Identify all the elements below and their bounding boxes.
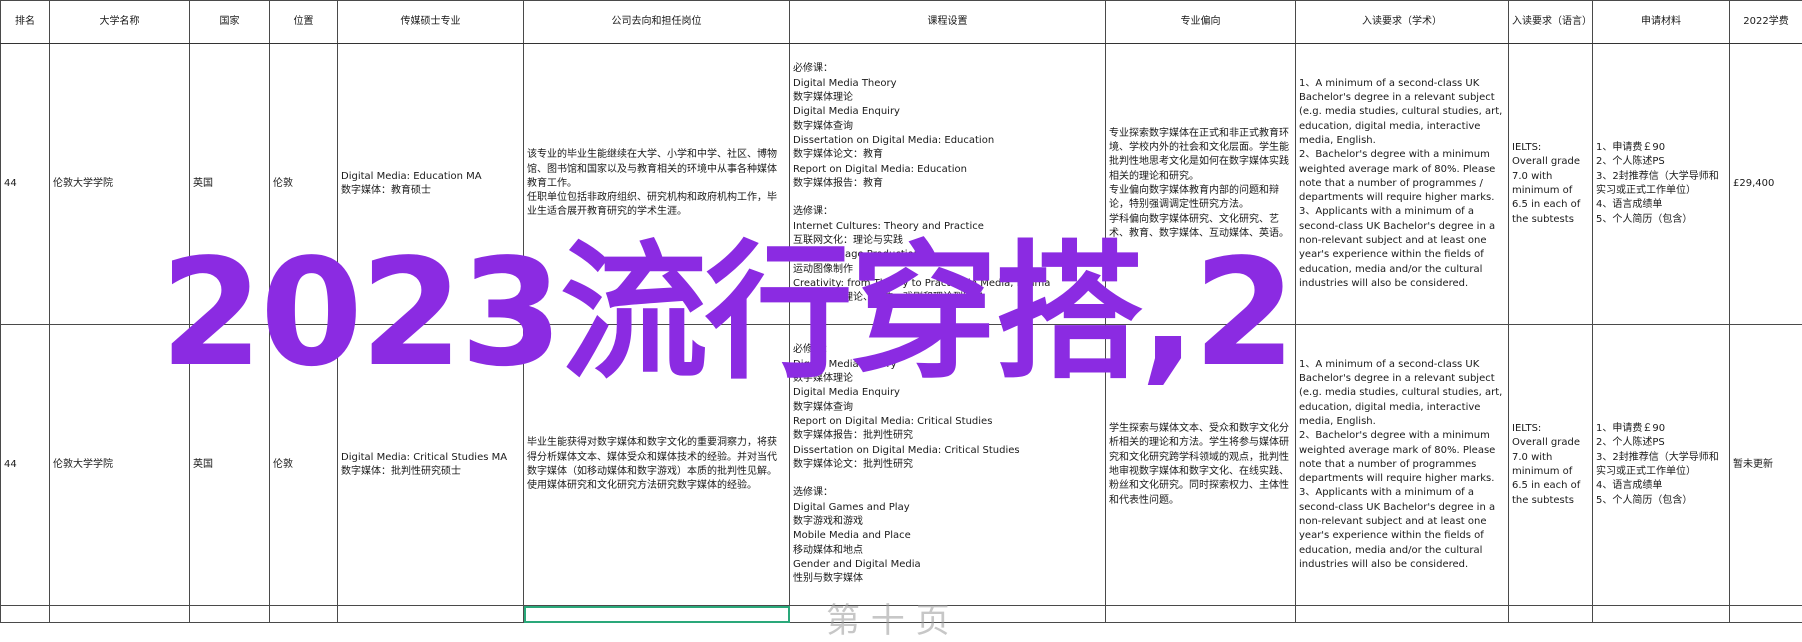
header-courses[interactable]: 课程设置	[790, 1, 1106, 44]
cell-empty[interactable]	[1509, 606, 1593, 623]
header-university[interactable]: 大学名称	[50, 1, 190, 44]
cell-focus[interactable]: 专业探索数字媒体在正式和非正式教育环境、学校内外的社会和文化层面。学生能批判性地…	[1106, 44, 1296, 325]
cell-program[interactable]: Digital Media: Education MA 数字媒体：教育硕士	[338, 44, 524, 325]
table-row: 44 伦敦大学学院 英国 伦敦 Digital Media: Education…	[1, 44, 1802, 325]
cell-language-req[interactable]: IELTS: Overall grade 7.0 with minimum of…	[1509, 44, 1593, 325]
cell-empty[interactable]	[1296, 606, 1509, 623]
cell-country[interactable]: 英国	[190, 44, 270, 325]
cell-empty[interactable]	[50, 606, 190, 623]
cell-fee[interactable]: £29,400	[1730, 44, 1802, 325]
cell-focus[interactable]: 学生探索与媒体文本、受众和数字文化分析相关的理论和方法。学生将参与媒体研究和文化…	[1106, 325, 1296, 606]
cell-courses[interactable]: 必修课： Digital Media Theory 数字媒体理论 Digital…	[790, 44, 1106, 325]
spreadsheet: 排名 大学名称 国家 位置 传媒硕士专业 公司去向和担任岗位 课程设置 专业偏向…	[0, 0, 1802, 613]
header-location[interactable]: 位置	[270, 1, 338, 44]
cell-program[interactable]: Digital Media: Critical Studies MA 数字媒体：…	[338, 325, 524, 606]
program-table: 排名 大学名称 国家 位置 传媒硕士专业 公司去向和担任岗位 课程设置 专业偏向…	[0, 0, 1802, 623]
cell-empty[interactable]	[190, 606, 270, 623]
cell-rank[interactable]: 44	[1, 325, 50, 606]
cell-location[interactable]: 伦敦	[270, 325, 338, 606]
cell-fee[interactable]: 暂未更新	[1730, 325, 1802, 606]
header-rank[interactable]: 排名	[1, 1, 50, 44]
cell-empty[interactable]	[1593, 606, 1730, 623]
header-materials[interactable]: 申请材料	[1593, 1, 1730, 44]
cell-materials[interactable]: 1、申请费￡90 2、个人陈述PS 3、2封推荐信（大学导师和实习或正式工作单位…	[1593, 44, 1730, 325]
header-careers[interactable]: 公司去向和担任岗位	[524, 1, 790, 44]
table-row: 44 伦敦大学学院 英国 伦敦 Digital Media: Critical …	[1, 325, 1802, 606]
selected-cell[interactable]	[524, 606, 790, 623]
cell-country[interactable]: 英国	[190, 325, 270, 606]
header-academic-req[interactable]: 入读要求（学术）	[1296, 1, 1509, 44]
cell-university[interactable]: 伦敦大学学院	[50, 44, 190, 325]
cell-materials[interactable]: 1、申请费￡90 2、个人陈述PS 3、2封推荐信（大学导师和实习或正式工作单位…	[1593, 325, 1730, 606]
page-number-ghost-text: 第 十 页	[826, 593, 950, 642]
header-fee[interactable]: 2022学费	[1730, 1, 1802, 44]
cell-courses[interactable]: 必修课： Digital Media Theory 数字媒体理论 Digital…	[790, 325, 1106, 606]
cell-empty[interactable]	[270, 606, 338, 623]
cell-empty[interactable]	[338, 606, 524, 623]
cell-location[interactable]: 伦敦	[270, 44, 338, 325]
cell-careers[interactable]: 该专业的毕业生能继续在大学、小学和中学、社区、博物馆、图书馆和国家以及与教育相关…	[524, 44, 790, 325]
cell-empty[interactable]	[1, 606, 50, 623]
cell-academic-req[interactable]: 1、A minimum of a second-class UK Bachelo…	[1296, 44, 1509, 325]
header-focus[interactable]: 专业偏向	[1106, 1, 1296, 44]
header-program[interactable]: 传媒硕士专业	[338, 1, 524, 44]
header-language-req[interactable]: 入读要求（语言）	[1509, 1, 1593, 44]
cell-empty[interactable]	[1106, 606, 1296, 623]
cell-university[interactable]: 伦敦大学学院	[50, 325, 190, 606]
cell-careers[interactable]: 毕业生能获得对数字媒体和数字文化的重要洞察力，将获得分析媒体文本、媒体受众和媒体…	[524, 325, 790, 606]
header-row: 排名 大学名称 国家 位置 传媒硕士专业 公司去向和担任岗位 课程设置 专业偏向…	[1, 1, 1802, 44]
header-country[interactable]: 国家	[190, 1, 270, 44]
cell-academic-req[interactable]: 1、A minimum of a second-class UK Bachelo…	[1296, 325, 1509, 606]
cell-language-req[interactable]: IELTS: Overall grade 7.0 with minimum of…	[1509, 325, 1593, 606]
cell-rank[interactable]: 44	[1, 44, 50, 325]
cell-empty[interactable]	[1730, 606, 1802, 623]
